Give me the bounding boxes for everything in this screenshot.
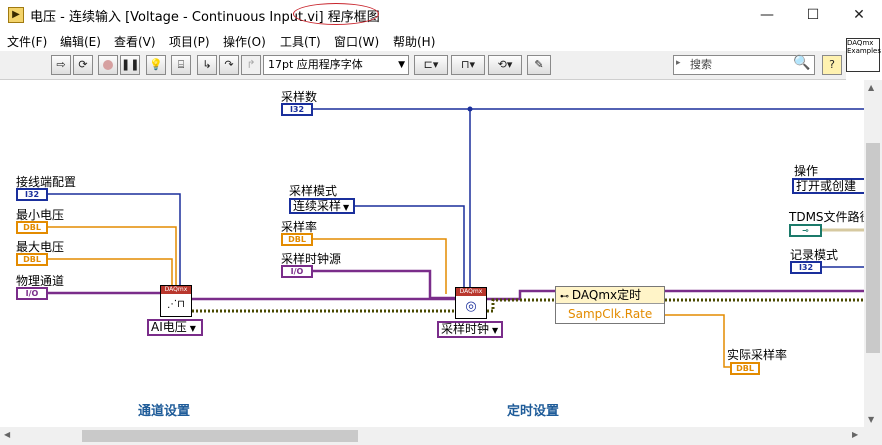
wire-task-out: [487, 289, 864, 301]
wire-min-voltage: [48, 226, 177, 285]
scrollbar-corner: [864, 427, 882, 445]
label-actual-rate: 实际采样率: [727, 348, 788, 362]
property-node-title: ⊷ DAQmx定时: [556, 287, 664, 304]
section-label-timing-setup: 定时设置: [507, 404, 560, 419]
polymorphic-selector-ai-voltage[interactable]: AI电压 ▼: [147, 319, 203, 336]
chevron-down-icon: ▼: [398, 60, 405, 70]
step-into-icon[interactable]: ↳: [197, 55, 217, 75]
run-arrow-icon[interactable]: ⇨: [51, 55, 71, 75]
wire-junction: [467, 106, 473, 112]
terminal-physical-channel[interactable]: I/O: [16, 287, 48, 300]
terminal-logging-mode[interactable]: I32: [790, 261, 822, 274]
align-objects-icon[interactable]: ⊏▾: [414, 55, 448, 75]
title-highlight-circle: [293, 3, 379, 25]
context-help-icon[interactable]: ?: [822, 55, 842, 75]
label-tdms-path: TDMS文件路径: [789, 210, 864, 224]
menu-window[interactable]: 窗口(W): [334, 33, 379, 50]
run-continuously-icon[interactable]: ⟳: [73, 55, 93, 75]
subvi-header: DAQmx: [456, 288, 486, 296]
scroll-up-icon[interactable]: ▲: [868, 83, 874, 92]
analog-input-icon: ⋰⊓: [167, 299, 185, 310]
distribute-objects-icon[interactable]: ⊓▾: [451, 55, 485, 75]
terminal-terminal-config[interactable]: I32: [16, 188, 48, 201]
minimize-button[interactable]: —: [744, 0, 790, 30]
wire-error-out: [487, 298, 555, 313]
block-diagram[interactable]: 采样数 I32 接线端配置 I32 最小电压 DBL 最大电压 DBL 物理通道…: [0, 80, 864, 427]
scroll-down-icon[interactable]: ▼: [868, 415, 874, 424]
menu-help[interactable]: 帮助(H): [393, 33, 435, 50]
pause-icon[interactable]: ❚❚: [120, 55, 140, 75]
daqmx-timing-vi[interactable]: DAQmx ◎: [455, 287, 487, 319]
clock-icon: ◎: [465, 299, 477, 314]
label-operation: 操作: [794, 164, 819, 178]
step-over-icon[interactable]: ↷: [219, 55, 239, 75]
label-sample-mode: 采样模式: [289, 184, 338, 198]
menu-view[interactable]: 查看(V): [114, 33, 156, 50]
close-button[interactable]: ✕: [836, 0, 882, 30]
menu-edit[interactable]: 编辑(E): [60, 33, 101, 50]
terminal-sample-count[interactable]: I32: [281, 103, 313, 116]
menu-tools[interactable]: 工具(T): [280, 33, 321, 50]
wire-sample-mode: [354, 205, 465, 288]
wire-terminal-config: [48, 193, 181, 285]
terminal-min-voltage[interactable]: DBL: [16, 221, 48, 234]
wire-max-voltage: [48, 258, 173, 285]
daqmx-example-icon: DAQmx Examples: [846, 38, 881, 72]
menu-operate[interactable]: 操作(O): [223, 33, 266, 50]
abort-icon[interactable]: [98, 55, 118, 75]
property-node-class-icon: ⊷: [560, 292, 572, 302]
search-icon[interactable]: 🔍: [793, 55, 810, 71]
terminal-sample-rate[interactable]: DBL: [281, 233, 313, 246]
terminal-tdms-path[interactable]: ⊸: [789, 224, 822, 237]
chevron-down-icon: ▼: [492, 326, 499, 335]
step-out-icon[interactable]: ↱: [241, 55, 261, 75]
menu-project[interactable]: 项目(P): [169, 33, 210, 50]
scroll-right-icon[interactable]: ▶: [852, 430, 858, 439]
font-select-value: 17pt 应用程序字体: [268, 58, 363, 71]
daqmx-create-channel-vi[interactable]: DAQmx ⋰⊓: [160, 285, 192, 317]
property-node-class: DAQmx定时: [571, 288, 642, 302]
chevron-down-icon: ▼: [189, 324, 196, 333]
wire-clock-source: [313, 269, 455, 300]
ring-sample-mode[interactable]: 连续采样 ▼: [289, 198, 355, 214]
ring-operation[interactable]: 打开或创建: [792, 178, 864, 194]
selector-value: 采样时钟: [441, 322, 490, 336]
property-node-item[interactable]: SampClk.Rate: [556, 305, 664, 324]
highlight-execution-icon[interactable]: 💡: [146, 55, 166, 75]
scroll-left-icon[interactable]: ◀: [4, 430, 10, 439]
maximize-button[interactable]: ☐: [790, 0, 836, 30]
indicator-actual-rate[interactable]: DBL: [730, 362, 760, 375]
polymorphic-selector-sample-clock[interactable]: 采样时钟 ▼: [437, 321, 503, 338]
menu-file[interactable]: 文件(F): [7, 33, 47, 50]
horizontal-scroll-thumb[interactable]: [82, 430, 358, 442]
ring-value: 连续采样: [293, 199, 342, 213]
wire-actual-rate: [665, 314, 730, 368]
font-select[interactable]: 17pt 应用程序字体 ▼: [263, 55, 409, 75]
terminal-max-voltage[interactable]: DBL: [16, 253, 48, 266]
labview-app-icon: ▶: [8, 7, 24, 23]
section-label-channel-setup: 通道设置: [138, 404, 191, 419]
terminal-sample-clock-source[interactable]: I/O: [281, 265, 313, 278]
reorder-icon[interactable]: ⟲▾: [488, 55, 522, 75]
chevron-down-icon: ▼: [343, 203, 350, 212]
search-expand-icon: ▸: [676, 58, 681, 68]
retain-wire-values-icon[interactable]: ⌸: [171, 55, 191, 75]
selector-value: AI电压: [151, 320, 187, 334]
daqmx-timing-property-node[interactable]: ⊷ DAQmx定时 SampClk.Rate: [555, 286, 665, 324]
search-placeholder: 搜索: [690, 58, 712, 71]
clean-up-diagram-icon[interactable]: ✎: [527, 55, 551, 75]
vertical-scroll-thumb[interactable]: [866, 143, 880, 353]
subvi-header: DAQmx: [161, 286, 191, 294]
